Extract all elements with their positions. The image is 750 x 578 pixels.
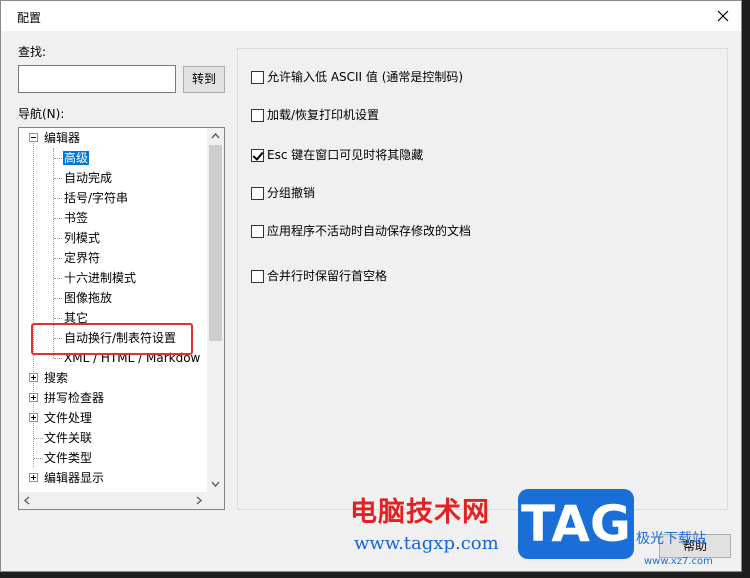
title-bar: 配置 bbox=[1, 1, 741, 31]
expand-icon[interactable] bbox=[29, 393, 38, 402]
search-label: 查找: bbox=[18, 45, 47, 59]
watermark-url: www.tagxp.com bbox=[354, 533, 499, 554]
tree-item-file-handling[interactable]: 文件处理 bbox=[44, 408, 92, 428]
expand-icon[interactable] bbox=[29, 373, 38, 382]
watermark-side-text: 极光下载站 bbox=[636, 531, 706, 547]
close-button[interactable] bbox=[709, 2, 737, 30]
tree-item-editor-display[interactable]: 编辑器显示 bbox=[44, 468, 104, 488]
checkbox[interactable] bbox=[251, 225, 264, 238]
scroll-down-icon[interactable] bbox=[207, 475, 224, 492]
tree-item-autocomplete[interactable]: 自动完成 bbox=[64, 168, 112, 188]
scroll-right-icon[interactable] bbox=[190, 492, 207, 509]
tree-item-hex-mode[interactable]: 十六进制模式 bbox=[64, 268, 136, 288]
tree-item-image-drag[interactable]: 图像拖放 bbox=[64, 288, 112, 308]
close-icon bbox=[717, 10, 729, 22]
checkbox-checked[interactable] bbox=[251, 149, 264, 162]
watermark-badge: TAG bbox=[518, 489, 634, 559]
tree-item-brackets[interactable]: 括号/字符串 bbox=[64, 188, 128, 208]
config-dialog: 配置 查找: 转到 导航(N): 编辑器 高级 自动完成 括号/字符串 书签 列… bbox=[0, 0, 742, 572]
scroll-up-icon[interactable] bbox=[207, 128, 224, 145]
tree-vertical-scrollbar[interactable] bbox=[207, 128, 224, 492]
scroll-left-icon[interactable] bbox=[19, 492, 36, 509]
checkbox[interactable] bbox=[251, 187, 264, 200]
tree-item-bookmarks[interactable]: 书签 bbox=[64, 208, 88, 228]
tree-item-column-mode[interactable]: 列模式 bbox=[64, 228, 100, 248]
highlight-box bbox=[31, 323, 193, 355]
expand-icon[interactable] bbox=[29, 473, 38, 482]
watermark-brand: 电脑技术网 bbox=[350, 497, 490, 528]
window-title: 配置 bbox=[17, 11, 42, 25]
tree-item-advanced[interactable]: 高级 bbox=[63, 148, 90, 168]
watermark-side-url: www.xz7.com bbox=[644, 556, 713, 567]
goto-button[interactable]: 转到 bbox=[183, 66, 225, 93]
checkbox[interactable] bbox=[251, 109, 264, 122]
tree-item-file-associations[interactable]: 文件关联 bbox=[44, 428, 92, 448]
expand-icon[interactable] bbox=[29, 413, 38, 422]
checkbox[interactable] bbox=[251, 270, 264, 283]
scroll-thumb[interactable] bbox=[209, 145, 222, 341]
nav-label: 导航(N): bbox=[18, 107, 65, 121]
search-input[interactable] bbox=[18, 65, 176, 93]
tree-horizontal-scrollbar[interactable] bbox=[19, 492, 224, 509]
checkbox[interactable] bbox=[251, 71, 264, 84]
tree-item-search[interactable]: 搜索 bbox=[44, 368, 68, 388]
tree-item-file-types[interactable]: 文件类型 bbox=[44, 448, 92, 468]
tree-item-spell-checker[interactable]: 拼写检查器 bbox=[44, 388, 104, 408]
nav-tree[interactable]: 编辑器 高级 自动完成 括号/字符串 书签 列模式 定界符 十六进制模式 图像拖… bbox=[18, 127, 225, 510]
collapse-icon[interactable] bbox=[29, 133, 38, 142]
scrollbar-corner bbox=[207, 492, 224, 509]
tree-item-editor[interactable]: 编辑器 bbox=[44, 128, 80, 148]
tree-item-delimiters[interactable]: 定界符 bbox=[64, 248, 100, 268]
